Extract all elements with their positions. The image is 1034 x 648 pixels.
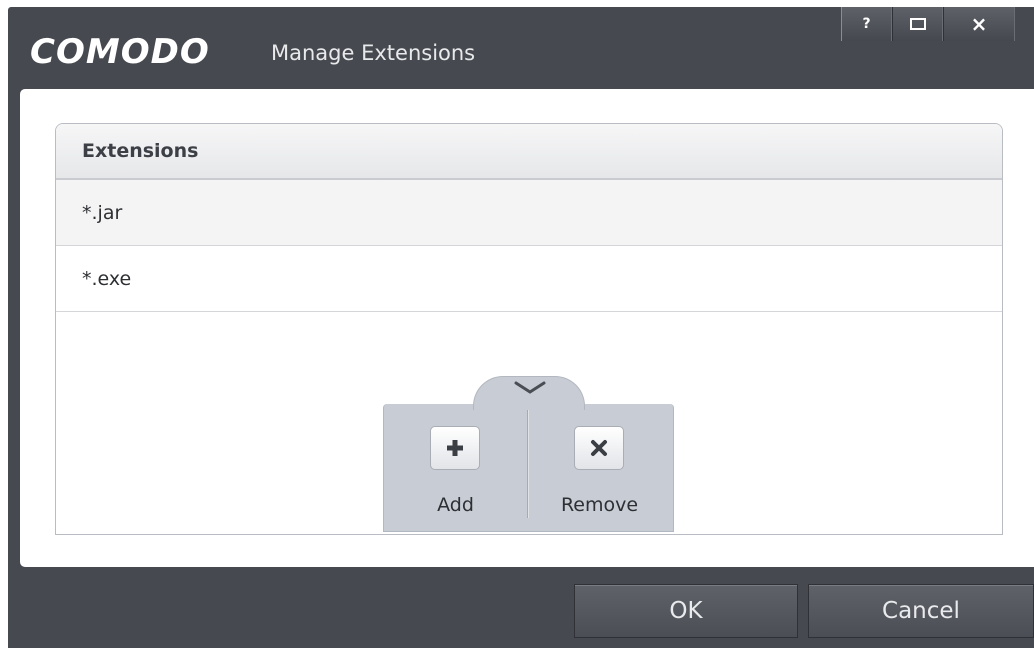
cancel-button[interactable]: Cancel bbox=[808, 584, 1034, 638]
chevron-down-icon bbox=[514, 381, 546, 394]
dialog-window: COMODO Manage Extensions ? × Extensions … bbox=[8, 7, 1034, 648]
cancel-label: Cancel bbox=[882, 598, 960, 624]
table-row[interactable]: *.jar bbox=[56, 180, 1002, 246]
title-bar: COMODO Manage Extensions ? × bbox=[8, 7, 1034, 87]
ok-button[interactable]: OK bbox=[574, 584, 798, 638]
maximize-icon bbox=[909, 18, 926, 30]
column-header-extensions[interactable]: Extensions bbox=[56, 124, 1002, 180]
remove-button[interactable]: Remove bbox=[528, 404, 671, 532]
table-row[interactable]: *.exe bbox=[56, 246, 1002, 312]
add-label: Add bbox=[437, 494, 474, 516]
window-controls: ? × bbox=[841, 7, 1015, 41]
maximize-button[interactable] bbox=[892, 7, 943, 41]
remove-label: Remove bbox=[560, 494, 639, 516]
plus-icon bbox=[430, 426, 480, 470]
add-button[interactable]: Add bbox=[384, 404, 527, 532]
action-toolbar: Add Remove bbox=[383, 376, 674, 532]
close-button[interactable]: × bbox=[943, 7, 1015, 41]
content-area: Extensions *.jar *.exe Add Remove bbox=[20, 89, 1034, 567]
help-button[interactable]: ? bbox=[841, 7, 892, 41]
ok-label: OK bbox=[669, 598, 703, 624]
row-extension-value: *.exe bbox=[82, 267, 132, 290]
brand-logo: COMODO bbox=[30, 32, 210, 72]
help-icon: ? bbox=[862, 16, 871, 32]
dialog-footer: OK Cancel bbox=[8, 567, 1034, 648]
column-header-label: Extensions bbox=[82, 140, 199, 162]
row-extension-value: *.jar bbox=[82, 201, 123, 224]
close-x-icon bbox=[574, 426, 624, 470]
toolbar-collapse-tab[interactable] bbox=[473, 376, 585, 410]
toolbar-body: Add Remove bbox=[383, 404, 674, 532]
close-icon: × bbox=[970, 12, 988, 36]
window-title: Manage Extensions bbox=[271, 41, 476, 65]
